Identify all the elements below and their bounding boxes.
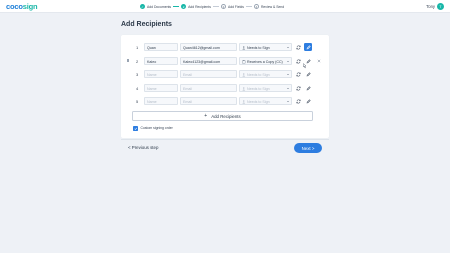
edit-button[interactable] bbox=[304, 97, 312, 105]
step-add-fields[interactable]: 3 Add Fields bbox=[220, 4, 244, 9]
user-menu[interactable]: Tony T bbox=[426, 3, 444, 10]
edit-button[interactable] bbox=[304, 43, 312, 51]
person-icon bbox=[242, 73, 246, 77]
plus-icon: + bbox=[204, 113, 208, 119]
chevron-down-icon bbox=[287, 60, 289, 62]
chevron-down-icon bbox=[287, 100, 289, 102]
custom-order-label: Custom signing order bbox=[140, 126, 173, 131]
step-connector bbox=[173, 6, 180, 7]
drag-handle-icon[interactable] bbox=[127, 58, 129, 64]
recipient-role-select[interactable]: Receives a Copy (CC) bbox=[239, 57, 292, 65]
recipient-name-field[interactable]: Name bbox=[144, 84, 178, 92]
recipient-row: 5 Name Email Needs to Sign bbox=[121, 97, 329, 105]
recipient-email-field[interactable]: Email bbox=[180, 70, 237, 78]
recipient-email-field[interactable]: Quan4612@gmail.com bbox=[180, 43, 237, 51]
recipient-email-field[interactable]: Kaleo4123@gmail.com bbox=[180, 57, 237, 65]
check-icon bbox=[134, 127, 137, 130]
sync-button[interactable] bbox=[294, 84, 302, 92]
add-recipients-button[interactable]: + Add Recipients bbox=[132, 111, 313, 121]
step-connector bbox=[212, 6, 219, 7]
chevron-down-icon bbox=[287, 73, 289, 75]
sync-icon bbox=[295, 98, 301, 104]
sync-button[interactable] bbox=[294, 43, 302, 51]
recipient-email-field[interactable]: Email bbox=[180, 84, 237, 92]
pen-icon bbox=[306, 71, 311, 76]
close-icon bbox=[317, 59, 321, 63]
step-label: Add Fields bbox=[227, 4, 244, 9]
recipient-row: 2 Kaleo Kaleo4123@gmail.com Receives a C… bbox=[121, 57, 329, 65]
recipient-name-field[interactable]: Name bbox=[144, 70, 178, 78]
chevron-down-icon bbox=[287, 87, 289, 89]
step-number: 2 bbox=[181, 4, 187, 9]
recipient-role-select[interactable]: Needs to Sign bbox=[239, 43, 292, 51]
next-button[interactable]: Next > bbox=[294, 143, 322, 153]
step-add-documents[interactable]: ✓ Add Documents bbox=[140, 4, 171, 9]
role-label: Needs to Sign bbox=[247, 46, 270, 51]
cocosign-logo[interactable]: cocosign bbox=[6, 2, 38, 11]
pen-icon bbox=[306, 85, 311, 90]
add-recipients-label: Add Recipients bbox=[211, 113, 241, 119]
sync-button[interactable] bbox=[294, 97, 302, 105]
person-icon bbox=[242, 46, 246, 50]
edit-button[interactable] bbox=[304, 70, 312, 78]
pen-icon bbox=[306, 44, 311, 49]
logo-main-text: coco bbox=[6, 2, 23, 11]
recipient-row: 1 Quan Quan4612@gmail.com Needs to Sign bbox=[121, 43, 329, 51]
recipients-card: 1 Quan Quan4612@gmail.com Needs to Sign … bbox=[121, 35, 329, 138]
custom-signing-order[interactable]: Custom signing order bbox=[133, 126, 173, 131]
sync-button[interactable] bbox=[294, 70, 302, 78]
recipient-row: 4 Name Email Needs to Sign bbox=[121, 84, 329, 92]
checkbox-checked-icon[interactable] bbox=[133, 126, 138, 131]
person-icon bbox=[242, 100, 246, 104]
step-check-icon: ✓ bbox=[140, 4, 145, 9]
copy-icon bbox=[242, 60, 246, 64]
recipient-email-field[interactable]: Email bbox=[180, 97, 237, 105]
footer-divider bbox=[121, 139, 329, 140]
step-label: Add Recipients bbox=[188, 4, 211, 9]
mouse-cursor-icon bbox=[303, 63, 307, 69]
sync-icon bbox=[295, 85, 301, 91]
role-label: Needs to Sign bbox=[247, 73, 270, 78]
previous-step-link[interactable]: < Previous step bbox=[128, 145, 158, 150]
sync-icon bbox=[295, 44, 301, 50]
sync-icon bbox=[295, 71, 301, 77]
step-connector bbox=[245, 6, 252, 7]
remove-recipient-button[interactable] bbox=[315, 57, 323, 65]
logo-accent-text: sign bbox=[22, 2, 38, 11]
user-name: Tony bbox=[426, 4, 435, 9]
recipient-role-select[interactable]: Needs to Sign bbox=[239, 70, 292, 78]
avatar: T bbox=[437, 3, 444, 10]
recipient-name-field[interactable]: Name bbox=[144, 97, 178, 105]
step-add-recipients[interactable]: 2 Add Recipients bbox=[181, 4, 211, 9]
page-title: Add Recipients bbox=[121, 21, 172, 28]
role-label: Needs to Sign bbox=[247, 100, 270, 105]
person-icon bbox=[242, 87, 246, 91]
recipient-name-field[interactable]: Quan bbox=[144, 43, 178, 51]
recipient-row: 3 Name Email Needs to Sign bbox=[121, 70, 329, 78]
step-review-send[interactable]: 4 Review & Send bbox=[253, 4, 285, 9]
top-navigation-bar: cocosign ✓ Add Documents 2 Add Recipient… bbox=[0, 0, 450, 13]
recipient-number: 4 bbox=[136, 85, 139, 91]
sync-icon bbox=[295, 58, 301, 64]
recipient-name-field[interactable]: Kaleo bbox=[144, 57, 178, 65]
edit-button[interactable] bbox=[304, 84, 312, 92]
recipient-role-select[interactable]: Needs to Sign bbox=[239, 84, 292, 92]
step-number: 3 bbox=[220, 4, 226, 9]
progress-steps: ✓ Add Documents 2 Add Recipients 3 Add F… bbox=[140, 3, 284, 10]
chevron-down-icon bbox=[287, 46, 289, 48]
recipient-number: 3 bbox=[136, 71, 139, 77]
step-label: Review & Send bbox=[260, 4, 285, 9]
role-label: Needs to Sign bbox=[247, 87, 270, 92]
pen-icon bbox=[306, 98, 311, 103]
step-label: Add Documents bbox=[147, 4, 172, 9]
recipient-number: 5 bbox=[136, 98, 139, 104]
step-number: 4 bbox=[253, 4, 259, 9]
recipient-number: 2 bbox=[136, 58, 139, 64]
recipient-role-select[interactable]: Needs to Sign bbox=[239, 97, 292, 105]
sync-button[interactable] bbox=[294, 57, 302, 65]
recipient-number: 1 bbox=[136, 44, 139, 50]
role-label: Receives a Copy (CC) bbox=[247, 60, 283, 65]
